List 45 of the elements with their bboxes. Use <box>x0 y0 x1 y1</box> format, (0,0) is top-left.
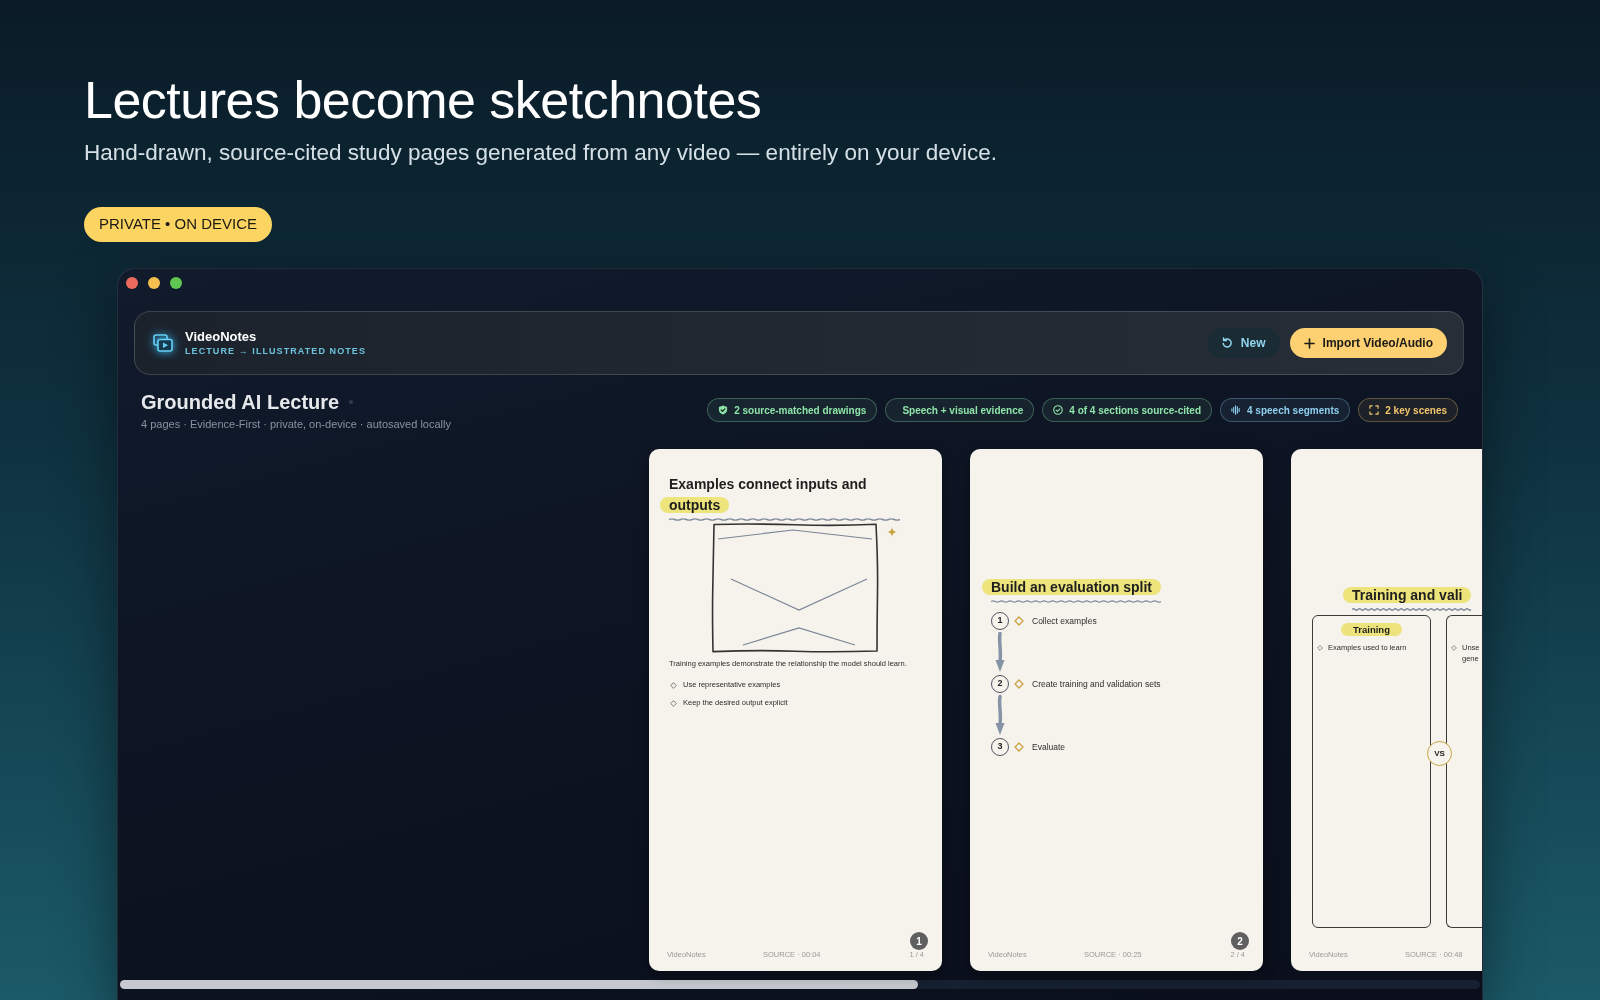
diamond-bullet-icon <box>1014 742 1024 752</box>
info-label: 2 source-matched drawings <box>734 403 867 418</box>
page-headline: Lectures become sketchnotes <box>84 70 762 130</box>
document-title: Grounded AI Lecture <box>141 390 340 414</box>
privacy-badge: PRIVATE • ON DEVICE <box>84 207 273 242</box>
close-button[interactable] <box>126 277 138 289</box>
check-circle-icon <box>1053 405 1064 415</box>
page-number: 1 <box>910 932 928 950</box>
diamond-bullet-icon <box>1451 645 1457 651</box>
corner-brackets-icon <box>1369 405 1380 415</box>
page-subheadline: Hand-drawn, source-cited study pages generated from any video — entirely on your device. <box>84 139 997 167</box>
step-text: Create training and validation sets <box>1032 678 1161 690</box>
step-text: Evaluate <box>1032 741 1066 753</box>
app-tagline: LECTURE → ILLUSTRATED NOTES <box>185 345 366 357</box>
diamond-bullet-icon <box>670 699 677 707</box>
down-arrow-icon <box>994 695 1006 736</box>
diamond-bullet-icon <box>1317 645 1323 651</box>
document-meta: 4 pages · Evidence-First · private, on-device · autosaved locally <box>141 417 451 431</box>
scrollbar-thumb[interactable] <box>120 980 918 989</box>
new-button[interactable]: New <box>1206 328 1280 358</box>
diamond-bullet-icon <box>670 681 677 689</box>
diamond-bullet-icon <box>1014 616 1024 626</box>
plus-icon <box>1303 337 1315 349</box>
import-button[interactable]: Import Video/Audio <box>1289 328 1447 358</box>
info-label: 4 speech segments <box>1247 403 1340 418</box>
rotate-arrow-icon <box>1220 337 1233 349</box>
maximize-button[interactable] <box>170 277 182 289</box>
shield-check-icon <box>718 405 729 415</box>
info-label: 4 of 4 sections source-cited <box>1069 403 1201 418</box>
page-number: 2 <box>1231 932 1249 950</box>
sparkle-icon <box>887 527 897 537</box>
play-window-icon <box>153 334 173 352</box>
versus-marker: VS <box>1427 741 1452 766</box>
minimize-button[interactable] <box>148 277 160 289</box>
page-title: Examples connect inputs and outputs <box>660 474 900 516</box>
app-name: VideoNotes <box>185 329 258 345</box>
step-text: Collect examples <box>1032 615 1097 627</box>
waveform-icon <box>1231 405 1241 415</box>
info-label: Speech + visual evidence <box>902 403 1024 418</box>
page-title: Build an evaluation split <box>982 577 1162 598</box>
page-title: Training and vali <box>1343 585 1472 606</box>
diamond-bullet-icon <box>1014 679 1024 689</box>
column-label: Training <box>1341 623 1402 636</box>
info-label: 2 key scenes <box>1385 403 1447 418</box>
down-arrow-icon <box>994 632 1006 673</box>
